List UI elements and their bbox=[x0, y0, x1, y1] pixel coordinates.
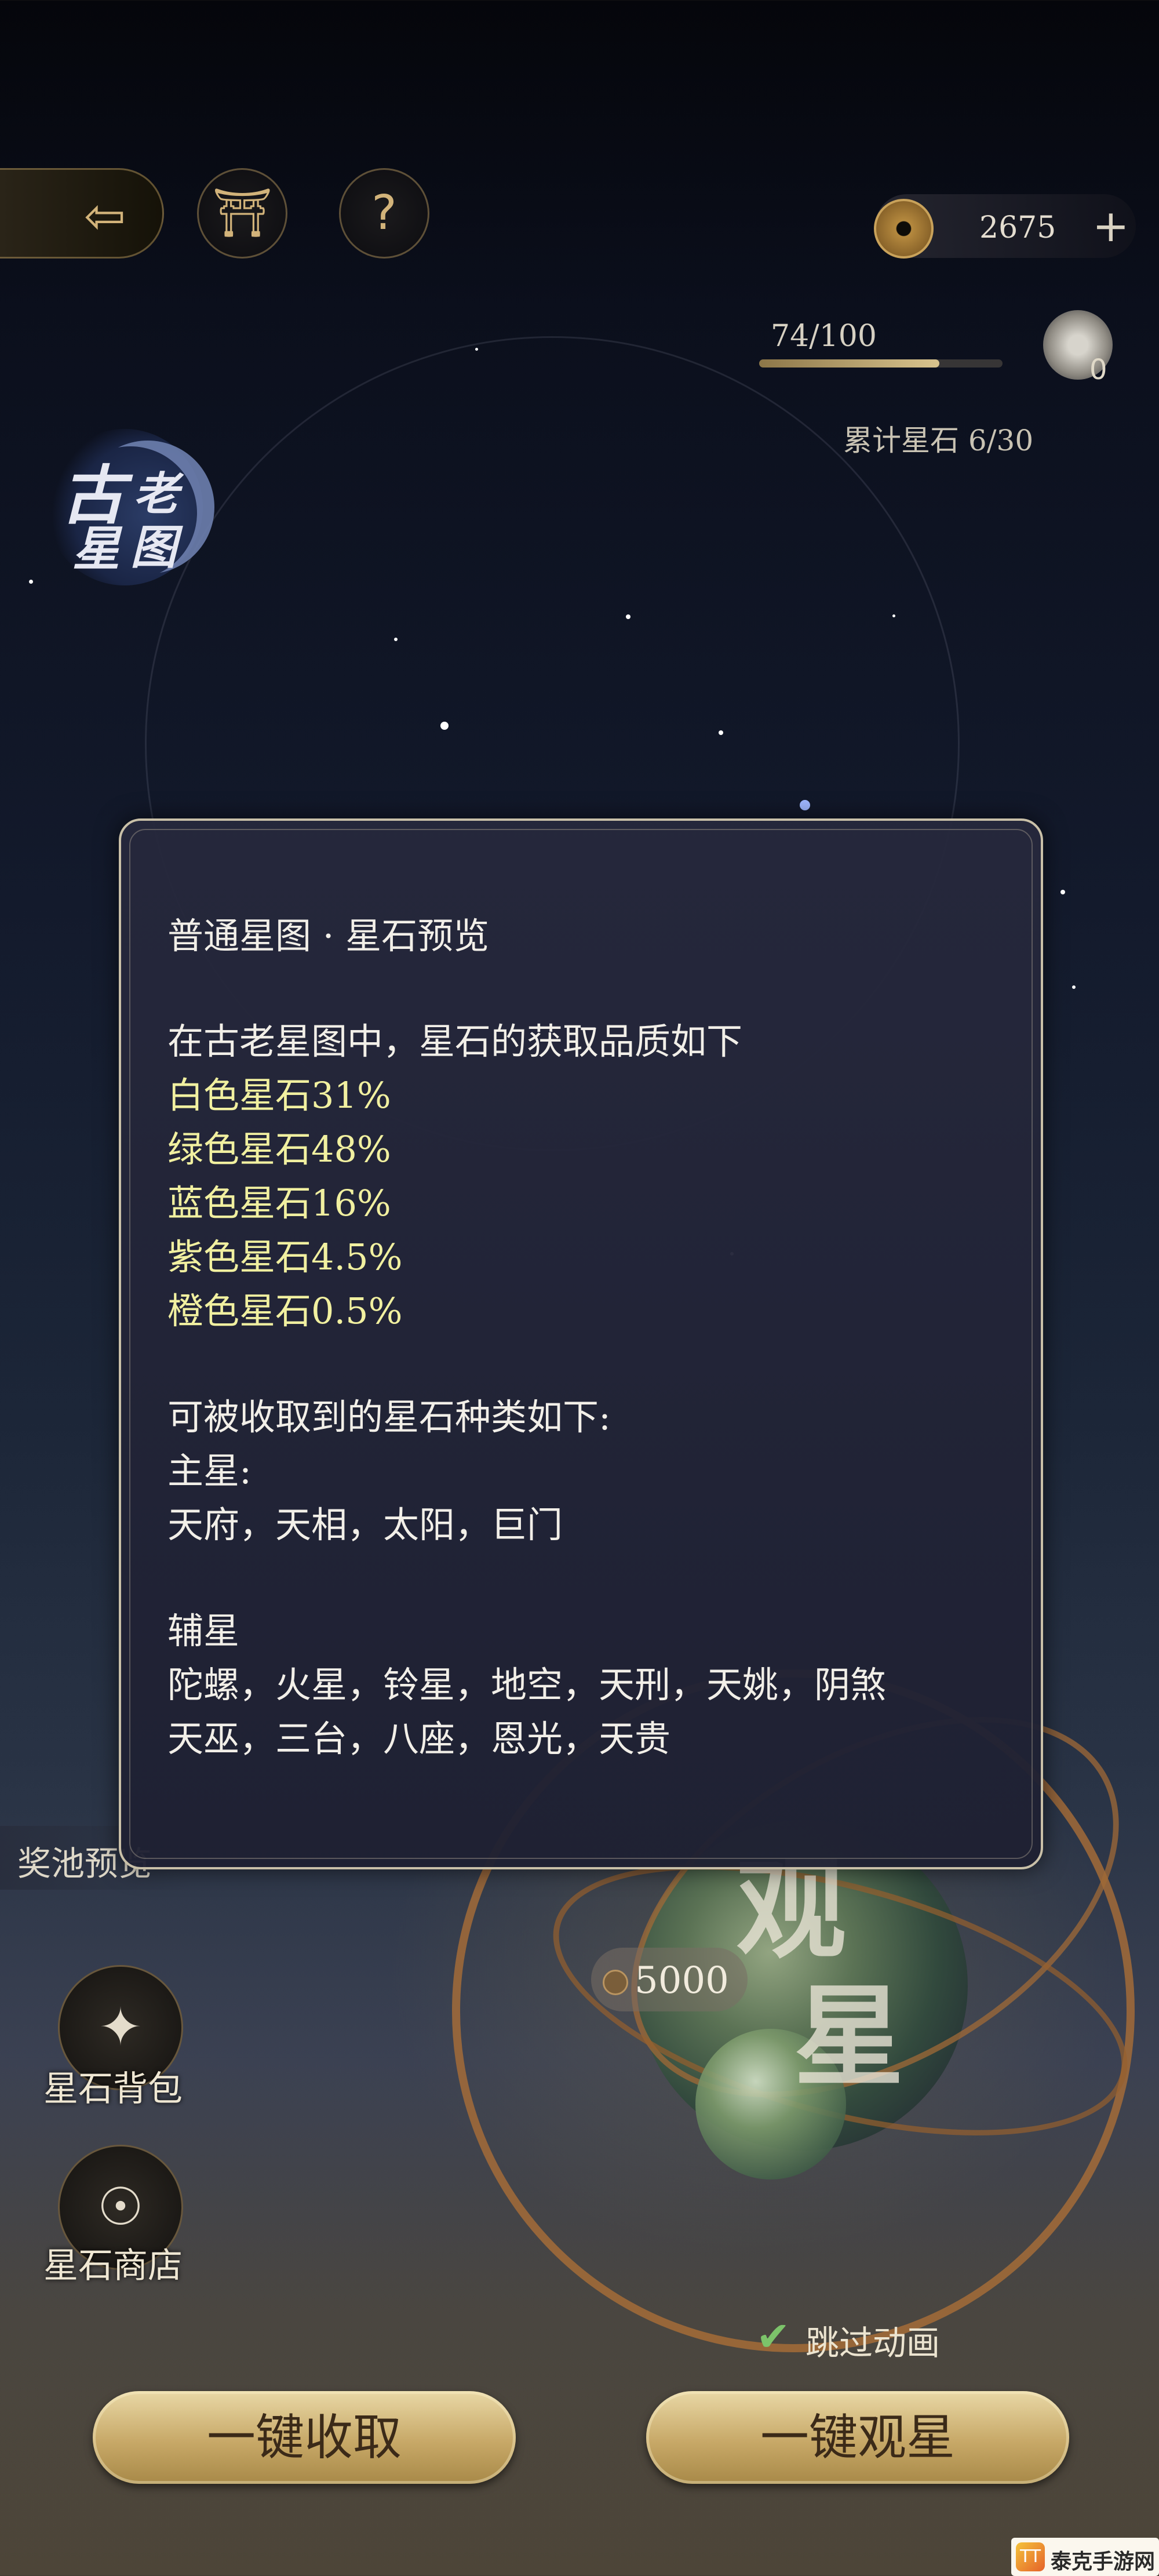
accumulated-stones: 累计星石 6/30 bbox=[843, 424, 1034, 457]
rate-white: 白色星石31% bbox=[167, 1074, 391, 1116]
observe-char-2: 星 bbox=[794, 1972, 905, 2101]
dialog-intro: 在古老星图中，星石的获取品质如下 bbox=[167, 1020, 743, 1063]
progress-label: 74/100 bbox=[771, 319, 877, 354]
coin-icon bbox=[603, 1970, 628, 1995]
pavilion-button[interactable]: ⛩ bbox=[197, 168, 287, 259]
cost-value: 5000 bbox=[635, 1959, 729, 2002]
shop-icon: ☉ bbox=[97, 2177, 144, 2237]
aux-star-list-1: 陀螺，火星，铃星，地空，天刑，天姚，阴煞 bbox=[167, 1664, 887, 1706]
currency-display: 2675 + bbox=[874, 194, 1136, 259]
pavilion-icon: ⛩ bbox=[212, 185, 273, 241]
aux-star-label: 辅星 bbox=[167, 1610, 240, 1652]
skip-animation-checkbox[interactable]: ✔ bbox=[756, 2313, 790, 2360]
aux-star-list-2: 天巫，三台，八座，恩光，天贵 bbox=[167, 1718, 671, 1760]
help-button[interactable]: ? bbox=[339, 168, 429, 259]
currency-amount: 2675 bbox=[979, 210, 1056, 245]
rate-orange: 橙色星石0.5% bbox=[167, 1290, 403, 1332]
star-bag-label: 星石背包 bbox=[43, 2069, 183, 2109]
watermark-logo-icon: TT bbox=[1016, 2542, 1045, 2571]
rate-green: 绿色星石48% bbox=[167, 1128, 391, 1170]
main-star-list: 天府，天相，太阳，巨门 bbox=[167, 1504, 563, 1546]
back-button[interactable]: ⇦ bbox=[0, 168, 164, 259]
bag-icon: ✦ bbox=[99, 1997, 143, 2058]
coin-icon bbox=[874, 199, 934, 259]
progress-bar bbox=[759, 359, 1003, 368]
rate-purple: 紫色星石4.5% bbox=[167, 1236, 403, 1278]
site-watermark: TT 泰克手游网 bbox=[1011, 2538, 1159, 2576]
observe-all-button[interactable]: 一键观星 bbox=[646, 2391, 1069, 2484]
observe-cost: 5000 bbox=[591, 1948, 748, 2011]
back-arrow-icon: ⇦ bbox=[84, 187, 126, 245]
collect-all-button[interactable]: 一键收取 bbox=[93, 2391, 516, 2484]
bag-count: 0 bbox=[1089, 354, 1107, 386]
star-shop-label: 星石商店 bbox=[43, 2246, 183, 2286]
progress-fill bbox=[759, 359, 939, 368]
watermark-text: 泰克手游网 bbox=[1051, 2550, 1156, 2574]
main-star-label: 主星: bbox=[167, 1450, 252, 1492]
star-stone-preview-dialog: 普通星图 · 星石预览 在古老星图中，星石的获取品质如下 白色星石31% 绿色星… bbox=[119, 818, 1043, 1869]
rate-blue: 蓝色星石16% bbox=[167, 1182, 391, 1224]
add-currency-button[interactable]: + bbox=[1092, 200, 1129, 252]
ancient-star-map-logo: 古 老 星 图 bbox=[46, 429, 203, 585]
skip-animation-label[interactable]: 跳过动画 bbox=[806, 2316, 940, 2364]
help-icon: ? bbox=[371, 185, 397, 241]
dialog-title: 普通星图 · 星石预览 bbox=[167, 915, 490, 957]
types-heading: 可被收取到的星石种类如下: bbox=[167, 1396, 611, 1438]
